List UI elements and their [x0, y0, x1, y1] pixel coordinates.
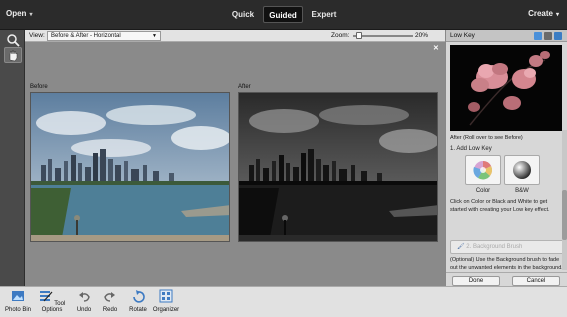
- create-label: Create: [528, 9, 553, 18]
- undo-icon: [79, 292, 90, 302]
- done-button[interactable]: Done: [452, 276, 500, 286]
- rotate-label: Rotate: [129, 307, 147, 313]
- magnifier-icon: [7, 34, 20, 47]
- organizer-label: Organizer: [152, 307, 180, 313]
- step1-hint: Click on Color or Black and White to get…: [450, 199, 550, 213]
- organizer-button[interactable]: Organizer: [152, 289, 180, 313]
- bw-button[interactable]: [504, 155, 540, 185]
- photo-bin-button[interactable]: Photo Bin: [4, 289, 32, 313]
- tool-options-icon: [39, 291, 53, 302]
- info-icon[interactable]: [534, 32, 542, 40]
- hand-tool[interactable]: [4, 47, 22, 63]
- preview-caption: After (Roll over to see Before): [450, 135, 523, 141]
- after-photo: [238, 92, 438, 242]
- bw-sphere-icon: [513, 161, 531, 179]
- zoom-label: Zoom:: [331, 32, 350, 39]
- rotate-button[interactable]: Rotate: [126, 289, 150, 313]
- mode-guided-tab[interactable]: Guided: [263, 6, 303, 23]
- open-label: Open: [6, 9, 27, 18]
- tools-panel: [0, 30, 25, 286]
- brush-icon: 🖌: [457, 244, 465, 250]
- panel-header: Low Key: [446, 30, 567, 42]
- create-menu[interactable]: Create ▾: [528, 9, 559, 18]
- mode-expert-tab[interactable]: Expert: [306, 6, 342, 23]
- bw-label: B&W: [515, 188, 529, 194]
- organizer-icon: [159, 289, 173, 303]
- panel-scrollbar[interactable]: [562, 130, 567, 270]
- background-brush-button[interactable]: 🖌 2. Background Brush: [450, 240, 564, 254]
- step1-heading: 1. Add Low Key: [450, 146, 492, 152]
- low-key-panel: Low Key After (Roll over to see Before) …: [445, 30, 567, 286]
- photo-bin-label: Photo Bin: [4, 307, 32, 313]
- bottom-taskbar: Photo Bin Tool Options Undo Redo Rotate …: [0, 286, 567, 317]
- chevron-down-icon: ▾: [29, 12, 33, 18]
- color-label: Color: [475, 188, 491, 194]
- chevron-down-icon: ▼: [152, 33, 157, 39]
- undo-button[interactable]: Undo: [74, 289, 94, 313]
- redo-button[interactable]: Redo: [100, 289, 120, 313]
- view-options-bar: View: Before & After - Horizontal ▼ Zoom…: [25, 30, 445, 42]
- home-icon[interactable]: [544, 32, 552, 40]
- zoom-slider-knob[interactable]: [355, 32, 362, 39]
- before-label: Before: [30, 84, 48, 90]
- top-menu-bar: Open ▾ Quick Guided Expert Create ▾: [0, 0, 567, 30]
- zoom-tool[interactable]: [4, 32, 22, 48]
- color-button[interactable]: [465, 155, 501, 185]
- image-canvas: ✕ Before After: [25, 42, 445, 286]
- color-wheel-icon: [473, 161, 493, 180]
- zoom-value[interactable]: 20%: [415, 32, 428, 39]
- open-menu[interactable]: Open ▾: [6, 9, 32, 18]
- view-select[interactable]: Before & After - Horizontal ▼: [47, 31, 161, 41]
- panel-scrollbar-thumb[interactable]: [562, 190, 567, 240]
- view-select-value: Before & After - Horizontal: [51, 33, 121, 39]
- photo-bin-icon: [12, 291, 24, 301]
- mode-quick-tab[interactable]: Quick: [226, 6, 260, 23]
- view-label: View:: [29, 32, 45, 39]
- undo-label: Undo: [76, 307, 92, 313]
- rotate-icon: [133, 290, 145, 303]
- cancel-button[interactable]: Cancel: [512, 276, 560, 286]
- zoom-slider-track[interactable]: [353, 35, 413, 37]
- panel-footer: Done Cancel: [446, 272, 567, 286]
- redo-label: Redo: [102, 307, 118, 313]
- reset-icon[interactable]: [554, 32, 562, 40]
- close-icon[interactable]: ✕: [433, 44, 439, 52]
- before-photo: [30, 92, 230, 242]
- after-label: After: [238, 84, 251, 90]
- panel-title: Low Key: [450, 32, 475, 39]
- tool-options-button[interactable]: Tool Options: [34, 289, 70, 313]
- redo-icon: [104, 292, 115, 302]
- hand-icon: [9, 49, 18, 62]
- preview-thumbnail[interactable]: [450, 45, 562, 131]
- background-brush-label: 2. Background Brush: [466, 244, 523, 250]
- chevron-down-icon: ▾: [555, 12, 559, 18]
